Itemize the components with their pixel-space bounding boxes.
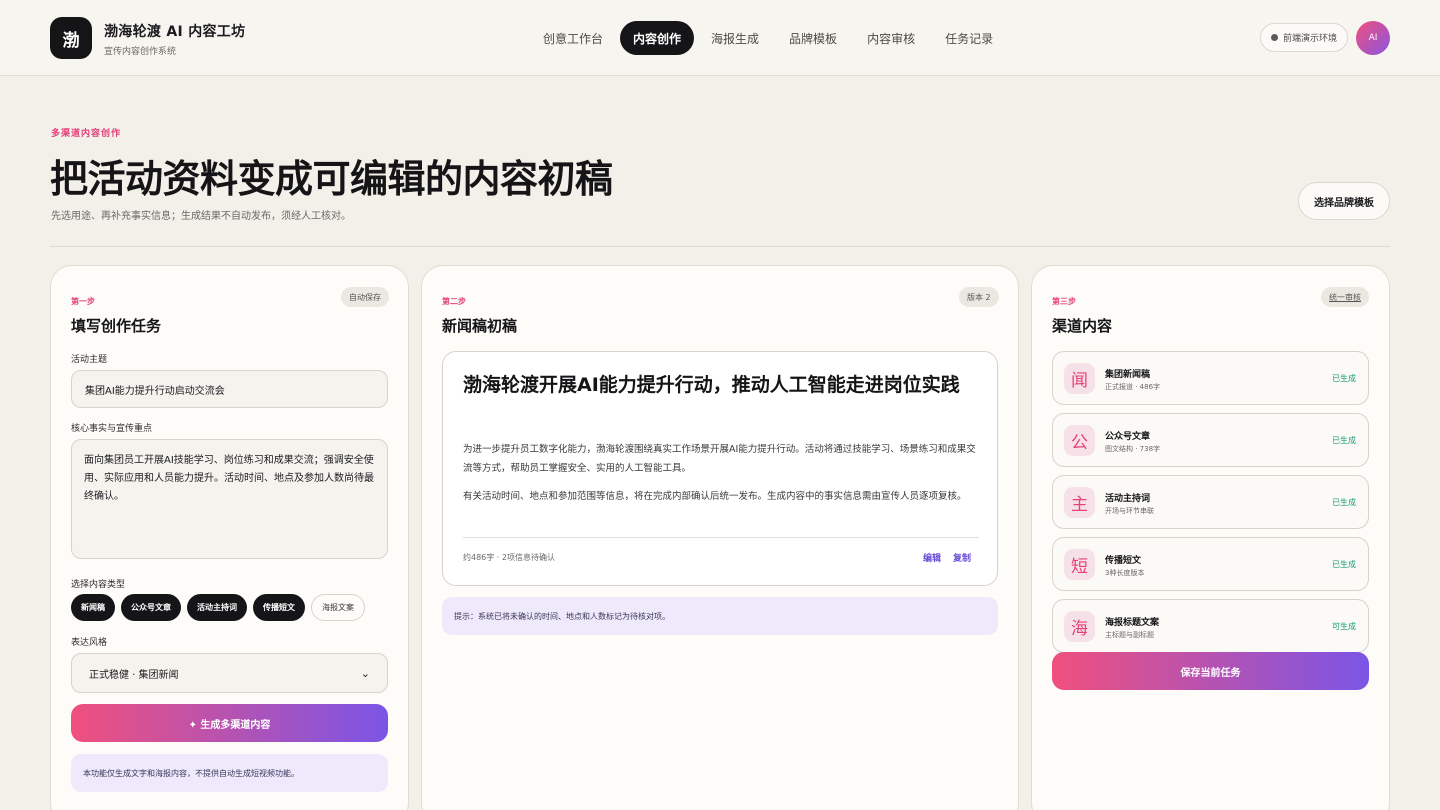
article-paragraph: 为进一步提升员工数字化能力，渤海轮渡围绕真实工作场景开展AI能力提升行动。活动将…	[463, 444, 976, 474]
article-divider	[463, 537, 979, 538]
generate-button[interactable]: ✦ 生成多渠道内容	[71, 704, 388, 742]
hero-eyebrow: 多渠道内容创作	[51, 129, 122, 139]
channel-item-news[interactable]: 闻 集团新闻稿 正式报道 · 486字 已生成	[1052, 351, 1369, 405]
channel-meta: 图文结构 · 738字	[1105, 445, 1161, 453]
page-title: 把活动资料变成可编辑的内容初稿	[50, 157, 613, 201]
chip-poster-copy[interactable]: 海报文案	[311, 594, 365, 621]
hint-note: 提示：系统已将未确认的时间、地点和人数标记为待核对项。	[442, 597, 998, 635]
chip-host-script[interactable]: 活动主持词	[187, 594, 247, 621]
nav-item-creative-workbench[interactable]: 创意工作台	[530, 21, 616, 55]
channel-name: 公众号文章	[1105, 432, 1151, 442]
edit-link[interactable]: 编辑	[923, 551, 941, 564]
channel-meta: 主标题与副标题	[1105, 631, 1154, 639]
brand-title: 渤海轮渡 AI 内容工坊	[104, 24, 246, 40]
select-brand-template-button[interactable]: 选择品牌模板	[1298, 182, 1390, 220]
brand-subtitle: 宣传内容创作系统	[104, 47, 177, 57]
environment-badge[interactable]: 前端演示环境	[1260, 23, 1348, 52]
status-dot-icon	[1270, 34, 1278, 41]
step-label: 第一步	[71, 297, 95, 306]
news-icon: 闻	[1064, 363, 1095, 394]
channel-item-short-post[interactable]: 短 传播短文 3种长度版本 已生成	[1052, 537, 1369, 591]
page-subtitle: 先选用途、再补充事实信息；生成结果不自动发布，须经人工核对。	[51, 211, 351, 222]
article-preview: 渤海轮渡开展AI能力提升行动，推动人工智能走进岗位实践 为进一步提升员工数字化能…	[442, 351, 998, 586]
status-badge: 已生成	[1332, 498, 1356, 507]
nav-item-content-creation[interactable]: 内容创作	[620, 21, 695, 55]
brand-logo[interactable]: 渤	[50, 17, 92, 59]
content-type-chips: 新闻稿 公众号文章 活动主持词 传播短文 海报文案	[71, 594, 365, 621]
article-meta: 约486字 · 2项信息待确认	[463, 553, 555, 562]
news-draft-card: 第二步 新闻稿初稿 版本 2 渤海轮渡开展AI能力提升行动，推动人工智能走进岗位…	[421, 265, 1019, 810]
nav-item-brand-template[interactable]: 品牌模板	[776, 21, 850, 55]
article-paragraph: 有关活动时间、地点和参加范围等信息，将在完成内部确认后统一发布。生成内容中的事实…	[463, 491, 967, 502]
copy-link[interactable]: 复制	[953, 551, 971, 564]
step-label: 第三步	[1052, 297, 1076, 306]
chip-news-release[interactable]: 新闻稿	[71, 594, 115, 621]
status-badge: 已生成	[1332, 560, 1356, 569]
environment-label: 前端演示环境	[1282, 34, 1337, 44]
poster-icon: 海	[1064, 611, 1095, 642]
channel-name: 活动主持词	[1105, 494, 1151, 504]
channel-meta: 3种长度版本	[1105, 569, 1145, 577]
task-form-card: 第一步 填写创作任务 自动保存 活动主题 集团AI能力提升行动启动交流会 核心事…	[50, 265, 409, 810]
channel-content-card: 第三步 渠道内容 统一审核 闻 集团新闻稿 正式报道 · 486字 已生成 公 …	[1031, 265, 1390, 810]
status-badge: 可生成	[1332, 622, 1356, 631]
card-title: 填写创作任务	[71, 317, 162, 335]
channel-meta: 开场与环节串联	[1105, 507, 1154, 515]
status-badge: 已生成	[1332, 374, 1356, 383]
style-select-value: 正式稳健 · 集团新闻	[89, 669, 179, 681]
main-nav: 创意工作台 内容创作 海报生成 品牌模板 内容审核 任务记录	[530, 21, 1006, 55]
short-post-icon: 短	[1064, 549, 1095, 580]
channel-name: 集团新闻稿	[1105, 370, 1151, 380]
style-label: 表达风格	[71, 638, 108, 648]
chevron-down-icon: ⌄	[360, 666, 370, 680]
channel-name: 传播短文	[1105, 556, 1142, 566]
channel-item-wechat[interactable]: 公 公众号文章 图文结构 · 738字 已生成	[1052, 413, 1369, 467]
card-title: 新闻稿初稿	[442, 317, 518, 335]
nav-item-review[interactable]: 内容审核	[854, 21, 928, 55]
feature-note: 本功能仅生成文字和海报内容，不提供自动生成短视频功能。	[71, 754, 388, 792]
channel-name: 海报标题文案	[1105, 618, 1160, 628]
version-badge[interactable]: 版本 2	[959, 287, 999, 307]
chip-wechat-article[interactable]: 公众号文章	[121, 594, 181, 621]
nav-item-task-history[interactable]: 任务记录	[932, 21, 1006, 55]
facts-textarea[interactable]: 面向集团员工开展AI技能学习、岗位练习和成果交流；强调安全使用、实际应用和人员能…	[71, 439, 388, 559]
channel-item-host-script[interactable]: 主 活动主持词 开场与环节串联 已生成	[1052, 475, 1369, 529]
channel-item-poster-copy[interactable]: 海 海报标题文案 主标题与副标题 可生成	[1052, 599, 1369, 653]
avatar[interactable]: AI	[1356, 21, 1390, 55]
topic-input[interactable]: 集团AI能力提升行动启动交流会	[71, 370, 388, 408]
wechat-article-icon: 公	[1064, 425, 1095, 456]
nav-item-poster[interactable]: 海报生成	[698, 21, 772, 55]
unified-review-link[interactable]: 统一审核	[1321, 287, 1369, 307]
status-badge: 已生成	[1332, 436, 1356, 445]
style-select[interactable]: 正式稳健 · 集团新闻 ⌄	[71, 653, 388, 693]
card-title: 渠道内容	[1052, 317, 1113, 335]
section-divider	[50, 246, 1390, 247]
channel-meta: 正式报道 · 486字	[1105, 383, 1161, 391]
autosave-badge: 自动保存	[341, 287, 389, 307]
host-script-icon: 主	[1064, 487, 1095, 518]
save-task-button[interactable]: 保存当前任务	[1052, 652, 1369, 690]
facts-label: 核心事实与宣传重点	[71, 424, 153, 434]
step-label: 第二步	[442, 297, 466, 306]
topic-label: 活动主题	[71, 355, 108, 365]
content-types-label: 选择内容类型	[71, 580, 126, 590]
chip-short-post[interactable]: 传播短文	[253, 594, 305, 621]
article-title: 渤海轮渡开展AI能力提升行动，推动人工智能走进岗位实践	[463, 374, 960, 396]
top-bar: 渤 渤海轮渡 AI 内容工坊 宣传内容创作系统 创意工作台 内容创作 海报生成 …	[0, 0, 1440, 76]
